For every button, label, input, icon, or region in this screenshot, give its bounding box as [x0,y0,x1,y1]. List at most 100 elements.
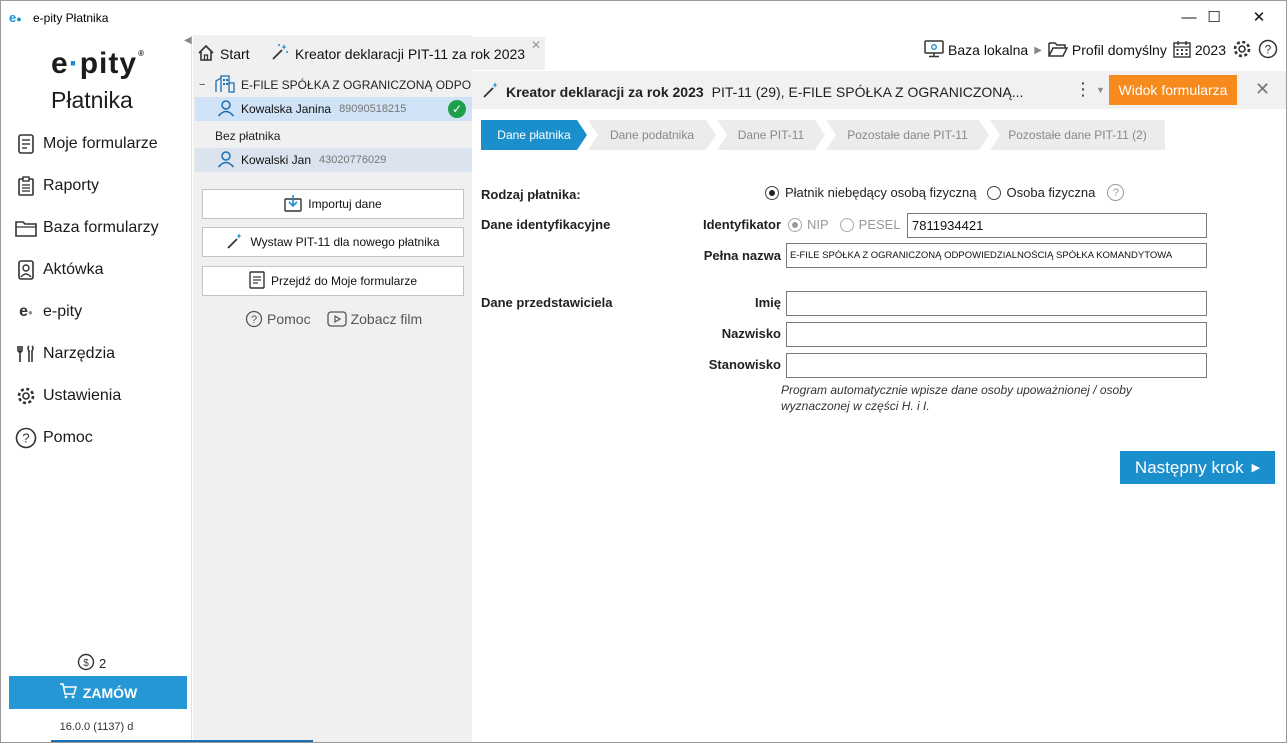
collapse-node-icon[interactable]: − [199,79,211,91]
first-name-label: Imię [754,295,781,310]
sidebar-item-narzedzia[interactable]: Narzędzia [1,333,192,375]
coins-count: 2 [99,656,107,671]
payer-tree: − E-FILE SPÓŁKA Z OGRANICZONĄ ODPO Kowal… [193,73,472,172]
window-title: e-pity Płatnika [33,11,109,25]
sidebar-item-moje-formularze[interactable]: Moje formularze [1,123,192,165]
gear-icon [15,385,37,407]
position-label: Stanowisko [708,357,781,372]
help-icon: ? [245,310,263,328]
clipboard-icon [15,175,37,197]
order-button[interactable]: ZAMÓW [9,676,187,709]
go-to-forms-button[interactable]: Przejdź do Moje formularze [202,266,464,296]
sidebar-item-raporty[interactable]: Raporty [1,165,192,207]
tree-company-row[interactable]: − E-FILE SPÓŁKA Z OGRANICZONĄ ODPO [193,73,472,97]
id-type-group: NIP PESEL [788,217,901,232]
document-icon [249,270,265,292]
step-dane-pit11[interactable]: Dane PIT-11 [717,120,825,150]
sidebar-item-ustawienia[interactable]: Ustawienia [1,375,192,417]
wizard-header: Kreator deklaracji za rok 2023 PIT-11 (2… [472,71,1286,109]
full-name-label: Pełna nazwa [703,248,781,263]
step-dane-podatnika[interactable]: Dane podatnika [588,120,716,150]
tab-kreator[interactable]: Kreator deklaracji PIT-11 za rok 2023 [263,37,545,70]
profil-button[interactable]: Profil domyślny [1048,41,1167,60]
tree-group-row[interactable]: Bez płatnika [193,124,472,148]
briefcase-icon [15,259,37,281]
settings-button[interactable] [1232,39,1252,62]
close-tab-icon[interactable]: ✕ [531,38,541,52]
radio-nonphysical[interactable] [765,185,779,200]
coins-counter: $ 2 [77,653,106,674]
more-options-icon[interactable]: ⋮ ▼ [1074,79,1105,100]
svg-text:?: ? [22,431,29,446]
form-view-button[interactable]: Widok formularza [1109,75,1237,105]
last-name-label: Nazwisko [721,326,781,341]
group-label: Bez płatnika [215,129,281,143]
full-name-input[interactable] [786,243,1207,268]
document-icon [15,133,37,155]
person-pesel: 43020776029 [319,154,387,166]
maximize-button[interactable]: ☐ [1194,5,1234,31]
breadcrumb-arrow-icon: ▶ [1034,44,1042,56]
radio-pesel[interactable] [839,217,854,232]
epity-icon: e ● [19,303,33,320]
magic-wand-icon [482,81,500,102]
year-button[interactable]: 2023 [1173,40,1226,61]
help-button[interactable]: ? [1258,39,1278,62]
position-input[interactable] [786,353,1207,378]
tree-person-row[interactable]: Kowalski Jan 43020776029 [195,148,472,172]
calendar-icon [1173,40,1191,61]
import-button[interactable]: Importuj dane [202,189,464,219]
play-arrow-icon: ▶ [1251,462,1261,474]
sidebar-item-epity[interactable]: e ● e-pity [1,291,192,333]
radio-physical[interactable] [986,185,1001,200]
main-area: Kreator deklaracji za rok 2023 PIT-11 (2… [472,71,1286,742]
step-pozostale-dane[interactable]: Pozostałe dane PIT-11 [826,120,989,150]
coins-icon: $ [77,653,95,674]
last-name-input[interactable] [786,322,1207,347]
close-window-button[interactable]: ✕ [1239,5,1279,31]
collapse-sidebar-icon[interactable]: ◀ [184,35,192,46]
tab-start[interactable]: Start [197,39,250,69]
check-icon: ✓ [448,100,466,118]
app-window: e● e-pity Płatnika — ☐ ✕ e·pity ® Płatnik… [0,0,1287,743]
home-icon [197,44,215,65]
close-wizard-icon[interactable]: ✕ [1255,79,1270,100]
next-step-button[interactable]: Następny krok ▶ [1120,451,1275,484]
person-name: Kowalska Janina [241,102,332,116]
svg-text:?: ? [1265,42,1272,56]
version-label: 16.0.0 (1137) d [59,721,134,733]
sidebar-item-baza-formularzy[interactable]: Baza formularzy [1,207,192,249]
help-link[interactable]: ? Pomoc [245,310,311,328]
baza-lokalna-button[interactable]: Baza lokalna [924,39,1028,61]
company-name: E-FILE SPÓŁKA Z OGRANICZONĄ ODPO [241,78,472,92]
identifier-input[interactable] [907,213,1207,238]
identifier-label: Identyfikator [702,217,781,232]
sidebar-item-aktowka[interactable]: Aktówka [1,249,192,291]
svg-text:$: $ [83,658,89,669]
import-icon [284,194,302,215]
sidebar-nav: Moje formularze Raporty Baza formularzy … [1,123,192,459]
wystaw-pit-button[interactable]: Wystaw PIT-11 dla nowego płatnika [202,227,464,257]
help-icon: ? [15,427,37,449]
tools-icon [15,343,37,365]
sidebar-item-label: Aktówka [43,261,104,278]
representative-hint: Program automatycznie wpisze dane osoby … [781,383,1132,413]
title-bar: e● e-pity Płatnika — ☐ ✕ [1,1,1286,35]
step-dane-platnika[interactable]: Dane płatnika [481,120,587,150]
representative-section-label: Dane przedstawiciela [481,295,613,310]
play-icon [326,311,347,327]
folder-open-icon [1048,41,1069,60]
radio-nip[interactable] [788,217,802,232]
help-icon[interactable]: ? [1107,184,1125,201]
help-icon: ? [1258,39,1278,62]
video-link[interactable]: Zobacz film [326,310,422,328]
sidebar-item-pomoc[interactable]: ? Pomoc [1,417,192,459]
ident-section-label: Dane identyfikacyjne [481,217,611,232]
step-pozostale-dane-2[interactable]: Pozostałe dane PIT-11 (2) [990,120,1165,150]
top-toolbar: Baza lokalna ▶ Profil domyślny 2023 ? [924,39,1286,61]
sidebar-item-label: Narzędzia [43,345,116,362]
first-name-input[interactable] [786,291,1207,316]
tree-person-row[interactable]: Kowalska Janina 89090518215 ✓ [195,97,472,121]
radio-nonphysical-label: Płatnik niebędący osobą fizyczną [785,185,977,200]
logo: e·pity ® [51,47,146,80]
